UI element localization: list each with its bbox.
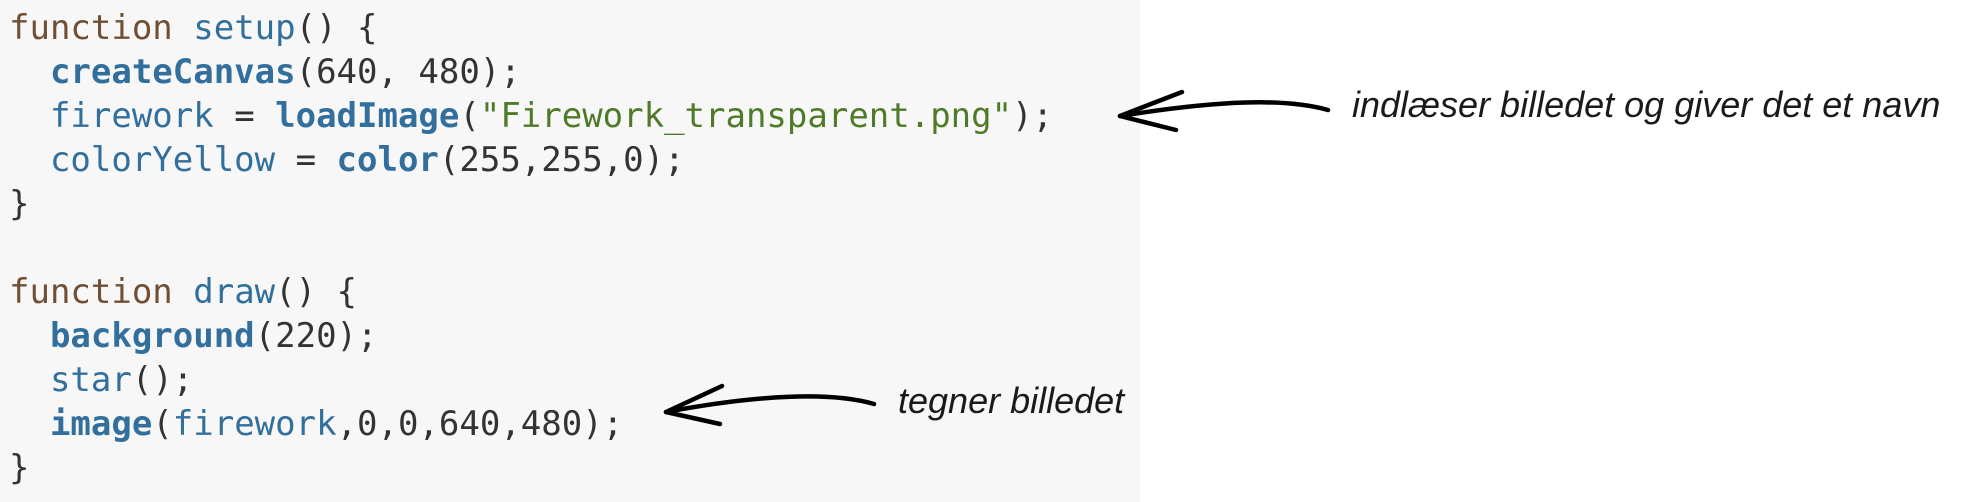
function-name-draw: draw — [193, 272, 276, 312]
code-line-setup-declaration: function setup() { — [9, 6, 378, 50]
code-line-color-yellow: colorYellow = color(255,255,0); — [9, 138, 685, 182]
code-line-draw-declaration: function draw() { — [9, 270, 357, 314]
function-call-star: star — [49, 360, 132, 400]
variable-firework: firework — [172, 404, 337, 444]
string-filename: "Firework_transparent.png" — [479, 96, 1013, 136]
code-punctuation: () { — [275, 272, 358, 312]
annotation-draw-image: tegner billedet — [898, 380, 1125, 421]
builtin-color: color — [336, 140, 439, 180]
code-line-image: image(firework,0,0,640,480); — [9, 402, 623, 446]
code-line-load-image: firework = loadImage("Firework_transpare… — [9, 94, 1053, 138]
arrow-draw-image-icon — [663, 383, 877, 427]
function-name-setup: setup — [193, 8, 296, 48]
code-line-background: background(220); — [9, 314, 378, 358]
variable-color-yellow: colorYellow — [49, 140, 276, 180]
arrow-load-image-icon — [1117, 89, 1331, 133]
builtin-image: image — [49, 404, 153, 444]
open-paren: ( — [459, 96, 480, 136]
code-arguments: (640, 480); — [295, 52, 521, 92]
code-line-close-brace: } — [9, 446, 29, 490]
builtin-load-image: loadImage — [275, 96, 460, 136]
assignment-operator: = — [275, 140, 337, 180]
variable-firework: firework — [49, 96, 214, 136]
code-punctuation: (); — [131, 360, 194, 400]
annotation-load-image: indlæser billedet og giver det et navn — [1352, 84, 1941, 125]
code-arguments: ,0,0,640,480); — [336, 404, 624, 444]
assignment-operator: = — [213, 96, 276, 136]
closing-brace: } — [9, 448, 30, 488]
open-paren: ( — [152, 404, 173, 444]
keyword-function: function — [9, 272, 173, 312]
closing-brace: } — [9, 184, 30, 224]
code-editor-panel: function setup() { createCanvas(640, 480… — [0, 0, 1140, 502]
builtin-background: background — [49, 316, 255, 356]
builtin-create-canvas: createCanvas — [49, 52, 296, 92]
close-paren: ); — [1012, 96, 1054, 136]
code-line-create-canvas: createCanvas(640, 480); — [9, 50, 521, 94]
code-arguments: (255,255,0); — [438, 140, 685, 180]
keyword-function: function — [9, 8, 173, 48]
code-line-star: star(); — [9, 358, 193, 402]
code-line-close-brace: } — [9, 182, 29, 226]
code-arguments: (220); — [254, 316, 378, 356]
code-punctuation: () { — [295, 8, 378, 48]
